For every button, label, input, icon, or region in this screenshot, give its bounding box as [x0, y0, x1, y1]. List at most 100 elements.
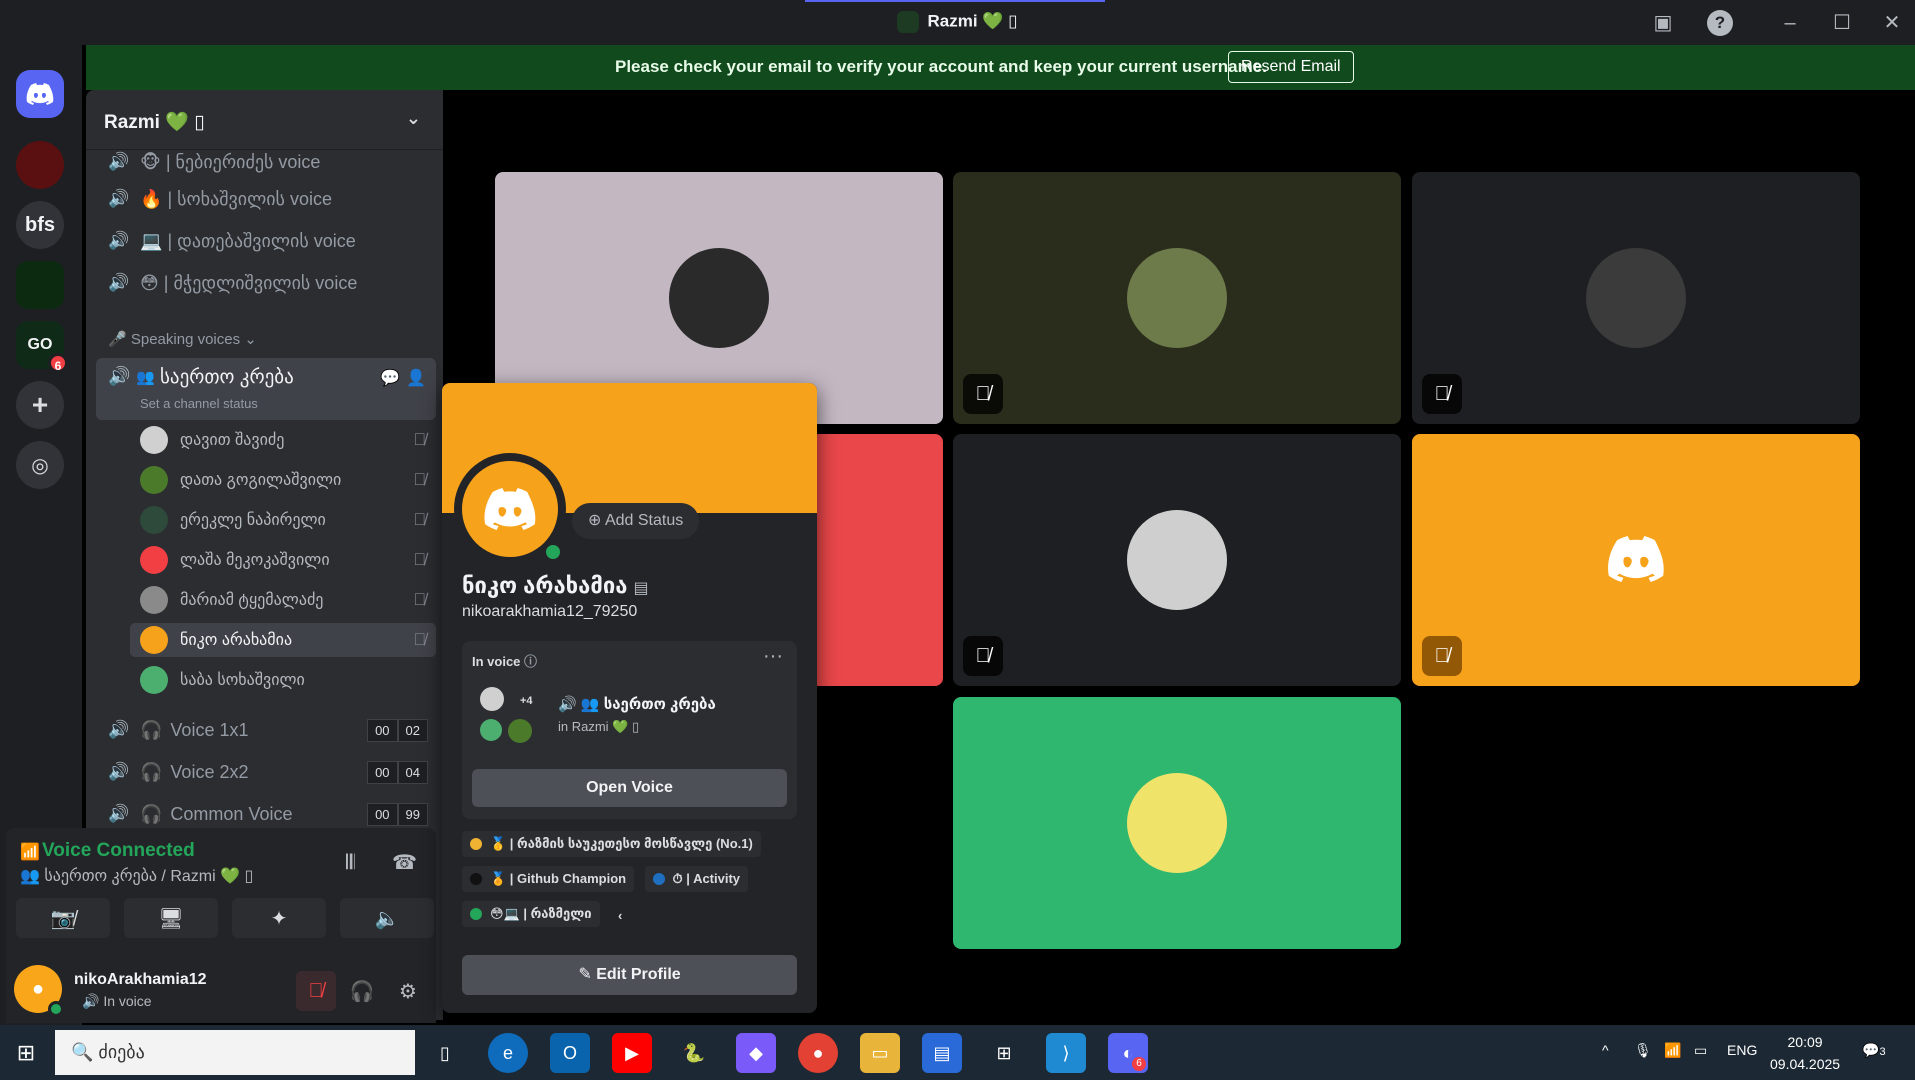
user-name[interactable]: nikoArakhamia12: [74, 971, 207, 989]
help-icon[interactable]: ?: [1707, 10, 1733, 36]
voice-channel[interactable]: 🔊 🔥 | სოხაშვილის voice: [98, 181, 436, 217]
voice-member[interactable]: მარიამ ტყემალაძე 🎙̸: [130, 583, 436, 617]
channel-status[interactable]: Set a channel status: [140, 396, 258, 411]
taskbar-search[interactable]: 🔍 ძიება: [55, 1030, 415, 1075]
role-color-dot: [470, 908, 482, 920]
voice-channel-name: 🔊 👥 საერთო კრება: [558, 695, 716, 713]
profile-display-name[interactable]: ნიკო არახამია ▤: [462, 573, 649, 599]
server-bfs[interactable]: bfs: [16, 201, 64, 249]
voice-channel[interactable]: 🔊 💻 | დათებაშვილის voice: [98, 223, 436, 259]
windows-start-icon[interactable]: ⊞: [0, 1025, 52, 1080]
minimize-button[interactable]: –: [1777, 10, 1803, 36]
soundboard-button[interactable]: 🔈: [340, 898, 434, 938]
screen-share-button[interactable]: 🖥: [124, 898, 218, 938]
open-voice-button[interactable]: Open Voice: [472, 769, 787, 807]
explore-icon[interactable]: ◎: [16, 441, 64, 489]
voice-channel[interactable]: 🔊 😳 | მჭედლიშვილის voice: [98, 265, 436, 301]
server-go[interactable]: GO 6: [16, 321, 68, 373]
noise-suppression-icon[interactable]: 𝄃𝄃: [346, 852, 355, 875]
close-button[interactable]: ✕: [1879, 10, 1905, 36]
chat-icon[interactable]: 💬: [380, 368, 400, 388]
settings-gear-icon[interactable]: ⚙: [388, 971, 428, 1011]
server-red-icon[interactable]: [16, 141, 64, 189]
role-tag[interactable]: ⏱ | Activity: [644, 866, 749, 892]
server-icon: [897, 11, 920, 33]
chrome-icon[interactable]: ●: [798, 1033, 838, 1073]
discord-home-icon[interactable]: [16, 70, 64, 118]
edit-profile-label: Edit Profile: [596, 966, 681, 983]
avatar: [140, 426, 168, 454]
microphone-icon[interactable]: 🎙: [1634, 1042, 1652, 1059]
profile-avatar[interactable]: [454, 453, 566, 565]
category-speaking-voices[interactable]: 🎤 Speaking voices ⌄: [108, 330, 257, 348]
notifications-icon[interactable]: 💬3: [1862, 1042, 1886, 1059]
voice-channel[interactable]: 🔊 🎧 Voice 2x2 00 04: [98, 754, 436, 790]
voice-member[interactable]: საბა სოხაშვილი: [130, 663, 436, 697]
clock[interactable]: 20:09 09.04.2025: [1770, 1031, 1840, 1075]
voice-server-name: in Razmi 💚 ▯: [558, 719, 640, 734]
resend-email-button[interactable]: Resend Email: [1228, 51, 1354, 83]
participant-tile[interactable]: 🎙̸: [953, 434, 1401, 686]
mute-button[interactable]: 🎙̸: [296, 971, 336, 1011]
note-icon[interactable]: ▤: [634, 580, 649, 597]
voice-member-selected[interactable]: ნიკო არახამია 🎙̸: [130, 623, 436, 657]
python-icon[interactable]: 🐍: [674, 1033, 714, 1073]
user-max: 99: [397, 802, 428, 826]
server-matrix-icon[interactable]: [16, 261, 64, 309]
chevron-down-icon[interactable]: ⌄: [406, 108, 421, 129]
battery-icon[interactable]: ▭: [1694, 1042, 1707, 1059]
chevron-up-icon[interactable]: ^: [1602, 1042, 1609, 1058]
channel-emoji: 🔥: [140, 188, 163, 209]
vscode-icon[interactable]: ⟩: [1046, 1033, 1086, 1073]
edge-icon[interactable]: e: [488, 1033, 528, 1073]
invite-icon[interactable]: 👤: [406, 368, 426, 388]
wifi-icon[interactable]: 📶: [1664, 1042, 1681, 1059]
language-indicator[interactable]: ENG: [1727, 1042, 1757, 1058]
muted-icon: 🎙̸: [1422, 636, 1462, 676]
add-status-button[interactable]: ⊕ Add Status: [572, 503, 700, 539]
role-tag[interactable]: 😳💻 | რაზმელი: [462, 901, 600, 927]
voice-channel[interactable]: 🔊 🎧 Common Voice 00 99: [98, 796, 436, 832]
voice-member[interactable]: ლაშა მეკოკაშვილი 🎙̸: [130, 543, 436, 577]
calendar-icon[interactable]: ▤: [922, 1033, 962, 1073]
outlook-icon[interactable]: O: [550, 1033, 590, 1073]
voice-location[interactable]: 👥 საერთო კრება / Razmi 💚 ▯: [20, 866, 253, 886]
voice-connected-label[interactable]: Voice Connected: [42, 840, 195, 862]
profile-username[interactable]: nikoarakhamia12_79250: [462, 603, 637, 621]
participant-tile[interactable]: [953, 697, 1401, 949]
speaker-icon: 🔊: [108, 152, 130, 171]
participant-tile[interactable]: 🎙̸: [1412, 434, 1860, 686]
maximize-button[interactable]: ☐: [1829, 10, 1855, 36]
edit-profile-button[interactable]: ✎ Edit Profile: [462, 955, 797, 995]
youtube-icon[interactable]: ▶: [612, 1033, 652, 1073]
role-tag[interactable]: 🏅 | Github Champion: [462, 866, 635, 892]
info-icon[interactable]: ⓘ: [524, 654, 537, 669]
deafen-button[interactable]: 🎧: [342, 971, 382, 1011]
inbox-icon[interactable]: ▣: [1650, 10, 1676, 36]
channel-name: Voice 1x1: [170, 719, 249, 740]
voice-member[interactable]: დავით შავიძე 🎙̸: [130, 423, 436, 457]
voice-channel[interactable]: 🔊 🎧 Voice 1x1 00 02: [98, 712, 436, 748]
pencil-icon: ✎: [578, 966, 597, 983]
server-header[interactable]: Razmi 💚 ▯ ⌄: [86, 90, 443, 150]
file-explorer-icon[interactable]: ▭: [860, 1033, 900, 1073]
task-view-icon[interactable]: ▯: [425, 1033, 465, 1073]
search-text: ძიება: [98, 1042, 145, 1062]
voice-member[interactable]: დათა გოგილაშვილი 🎙̸: [130, 463, 436, 497]
activities-button[interactable]: ✦: [232, 898, 326, 938]
participant-tile[interactable]: 🎙̸: [953, 172, 1401, 424]
discord-taskbar-icon[interactable]: ◐ 6: [1108, 1033, 1148, 1073]
voice-member[interactable]: ერეკლე ნაპირელი 🎙̸: [130, 503, 436, 537]
camera-off-button[interactable]: 📷̸: [16, 898, 110, 938]
voice-channel[interactable]: 🔊 🐵 | ნებიერიძეს voice: [98, 144, 436, 180]
more-options-icon[interactable]: ···: [763, 645, 783, 668]
store-icon[interactable]: ⊞: [984, 1033, 1024, 1073]
role-tag[interactable]: 🥇 | რაზმის საუკეთესო მოსწავლე (No.1): [462, 831, 761, 857]
participant-tile[interactable]: 🎙̸: [1412, 172, 1860, 424]
collapse-roles-icon[interactable]: ‹: [610, 903, 630, 929]
user-count: 00: [367, 718, 398, 742]
active-voice-channel[interactable]: 🔊 👥 საერთო კრება Set a channel status 💬 …: [96, 358, 436, 420]
disconnect-icon[interactable]: ☎: [392, 850, 417, 875]
add-server-icon[interactable]: +: [16, 381, 64, 429]
copilot-icon[interactable]: ◆: [736, 1033, 776, 1073]
